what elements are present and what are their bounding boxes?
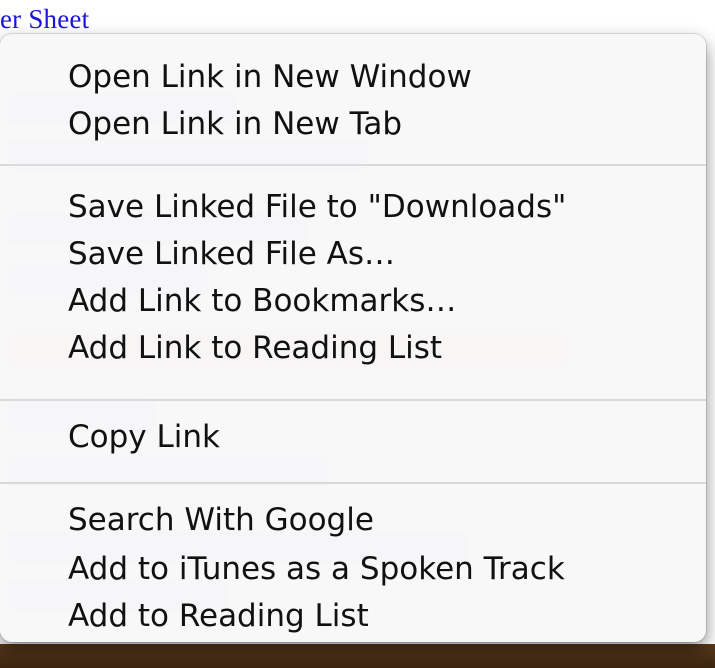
menu-item-add-link-to-reading-list[interactable]: Add Link to Reading List: [0, 325, 706, 372]
menu-separator: [0, 399, 706, 401]
page-link-partial[interactable]: er Sheet: [0, 4, 89, 35]
menu-item-add-to-reading-list[interactable]: Add to Reading List: [0, 593, 706, 640]
menu-item-add-to-itunes-spoken-track[interactable]: Add to iTunes as a Spoken Track: [0, 546, 706, 593]
menu-item-open-link-new-tab[interactable]: Open Link in New Tab: [0, 101, 706, 148]
menu-separator: [0, 164, 706, 166]
menu-item-save-linked-file-downloads[interactable]: Save Linked File to "Downloads": [0, 184, 706, 231]
menu-item-save-linked-file-as[interactable]: Save Linked File As…: [0, 231, 706, 278]
menu-item-add-link-to-bookmarks[interactable]: Add Link to Bookmarks…: [0, 278, 706, 325]
menu-item-search-with-google[interactable]: Search With Google: [0, 497, 706, 544]
menu-item-open-link-new-window[interactable]: Open Link in New Window: [0, 54, 706, 101]
menu-item-copy-link[interactable]: Copy Link: [0, 414, 706, 461]
background-page-footer: [0, 644, 715, 668]
link-context-menu: Open Link in New Window Open Link in New…: [0, 34, 706, 642]
menu-separator: [0, 482, 706, 484]
